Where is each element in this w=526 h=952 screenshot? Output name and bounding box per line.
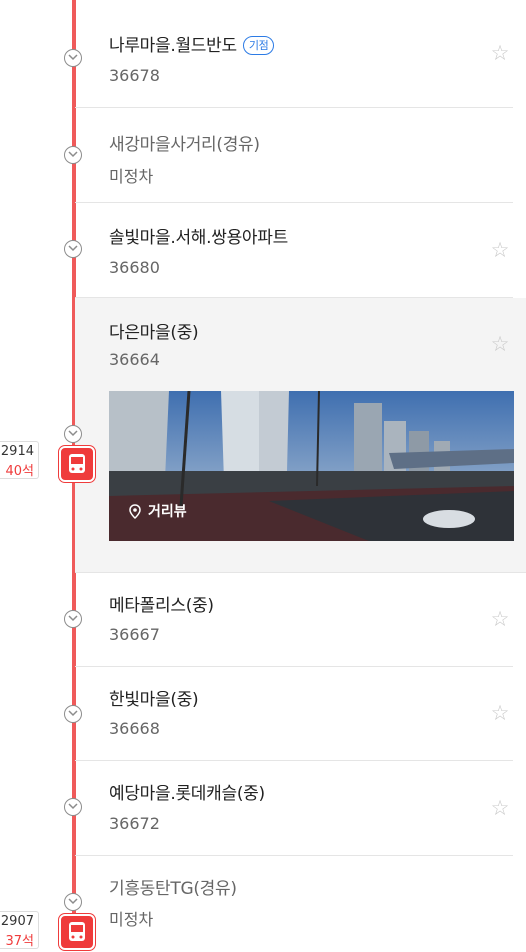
stop-row[interactable]: 한빛마을(중) 36668 ☆ bbox=[75, 667, 513, 761]
bus-seats: 40석 bbox=[5, 464, 34, 479]
stop-name: 다은마을(중) bbox=[109, 323, 199, 343]
stop-name: 한빛마을(중) bbox=[109, 690, 199, 710]
origin-badge: 기점 bbox=[242, 36, 275, 55]
favorite-star-icon[interactable]: ☆ bbox=[487, 606, 513, 632]
bus-icon[interactable] bbox=[59, 914, 95, 950]
stop-name: 기흥동탄TG(경유) bbox=[109, 879, 237, 899]
street-view-label: 거리뷰 bbox=[129, 501, 187, 521]
bus-info-callout[interactable]: 2907 37석 bbox=[0, 911, 39, 949]
stop-node-icon bbox=[64, 49, 82, 67]
stop-code: 36672 bbox=[109, 814, 160, 833]
location-pin-icon bbox=[129, 503, 141, 519]
bus-seats: 37석 bbox=[5, 934, 34, 949]
stop-code: 36667 bbox=[109, 625, 160, 644]
stop-row[interactable]: 나루마을.월드반도 기점 36678 ☆ bbox=[75, 0, 513, 108]
stop-node-icon bbox=[64, 705, 82, 723]
stop-row[interactable]: 새강마을사거리(경유) 미정차 bbox=[75, 108, 513, 203]
favorite-star-icon[interactable]: ☆ bbox=[487, 795, 513, 821]
stop-name: 메타폴리스(중) bbox=[109, 596, 214, 616]
bus-number: 2914 bbox=[0, 444, 34, 459]
stop-row[interactable]: 기흥동탄TG(경유) 미정차 bbox=[75, 856, 513, 948]
stop-row[interactable]: 솔빛마을.서해.쌍용아파트 36680 ☆ bbox=[75, 203, 513, 298]
stop-row-expanded[interactable]: 다은마을(중) 36664 ☆ 거리뷰 bbox=[75, 298, 526, 573]
bus-icon[interactable] bbox=[59, 446, 95, 482]
stop-node-icon bbox=[64, 146, 82, 164]
stop-status: 미정차 bbox=[109, 167, 154, 186]
favorite-star-icon[interactable]: ☆ bbox=[487, 700, 513, 726]
stop-status: 미정차 bbox=[109, 910, 154, 929]
bus-info-callout[interactable]: 2914 40석 bbox=[0, 441, 39, 479]
stop-row[interactable]: 예당마을.롯데캐슬(중) 36672 ☆ bbox=[75, 761, 513, 856]
stop-name: 새강마을사거리(경유) bbox=[109, 135, 260, 155]
stop-name: 예당마을.롯데캐슬(중) bbox=[109, 784, 265, 804]
stop-node-icon bbox=[64, 425, 82, 443]
stop-code: 36680 bbox=[109, 258, 160, 277]
stop-name: 솔빛마을.서해.쌍용아파트 bbox=[109, 228, 288, 248]
street-view-thumbnail[interactable]: 거리뷰 bbox=[109, 391, 514, 541]
bus-number: 2907 bbox=[0, 914, 34, 929]
stop-node-icon bbox=[64, 240, 82, 258]
stop-node-icon bbox=[64, 798, 82, 816]
stop-name: 나루마을.월드반도 기점 bbox=[109, 31, 275, 56]
stop-code: 36664 bbox=[109, 350, 160, 369]
stop-row[interactable]: 메타폴리스(중) 36667 ☆ bbox=[75, 573, 513, 667]
stop-node-icon bbox=[64, 893, 82, 911]
stop-node-icon bbox=[64, 610, 82, 628]
stop-code: 36678 bbox=[109, 66, 160, 85]
favorite-star-icon[interactable]: ☆ bbox=[487, 331, 513, 357]
favorite-star-icon[interactable]: ☆ bbox=[487, 40, 513, 66]
favorite-star-icon[interactable]: ☆ bbox=[487, 237, 513, 263]
stop-code: 36668 bbox=[109, 719, 160, 738]
